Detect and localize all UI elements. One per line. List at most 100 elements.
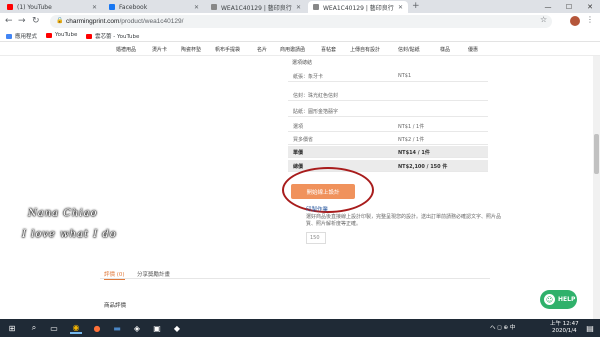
app-icon[interactable]: ◆ — [171, 322, 183, 334]
nav-item-envelope-set[interactable]: 喜帖套 — [321, 46, 336, 53]
bookmark-apps[interactable]: 應用程式 — [6, 32, 37, 40]
print-section-description: 選好商品後直接線上設計印製，完整呈現您的設計。送出訂單前請務必確認文字、照片品質… — [306, 214, 502, 227]
close-icon[interactable]: ✕ — [92, 4, 97, 11]
nav-item-offers[interactable]: 優惠 — [468, 46, 478, 53]
apps-grid-icon — [6, 33, 12, 39]
tab-title: Facebook — [119, 3, 148, 11]
close-icon[interactable]: ✕ — [296, 4, 301, 11]
menu-kebab-icon[interactable]: ⋮ — [586, 15, 594, 24]
chat-icon: ☺ — [544, 294, 555, 305]
photos-icon[interactable]: ▣ — [151, 322, 163, 334]
lock-icon: 🔒 — [56, 18, 64, 24]
bookmark-label: YouTube — [55, 32, 78, 38]
close-icon[interactable]: ✕ — [398, 4, 403, 11]
browser-tab-facebook[interactable]: Facebook ✕ — [104, 1, 204, 13]
search-icon[interactable]: ⌕ — [28, 322, 40, 334]
nav-item-samples[interactable]: 樣品 — [440, 46, 450, 53]
option-row: 紙張：象牙卡 NT$1 — [288, 70, 488, 82]
option-key: 買多價省 — [293, 137, 314, 143]
nav-item-business-card[interactable]: 名片 — [257, 46, 267, 53]
option-value: NT$2 / 1件 — [398, 137, 425, 143]
unit-price-row: 單價 NT$14 / 1件 — [288, 146, 488, 158]
tab-title: (1) YouTube — [17, 3, 52, 11]
app-icon[interactable]: ◈ — [131, 322, 143, 334]
close-window-button[interactable]: ✕ — [580, 0, 600, 13]
reload-icon[interactable]: ↻ — [32, 16, 40, 26]
option-value: NT$14 / 1件 — [398, 150, 430, 156]
browser-tab-product-1[interactable]: WEA1C40129 | 藝印良行 ✕ — [206, 1, 306, 13]
option-value: NT$1 / 1件 — [398, 124, 425, 130]
tab-title: WEA1C40129 | 藝印良行 — [221, 4, 292, 12]
minimize-button[interactable]: — — [538, 0, 558, 13]
option-key: 選項 — [293, 124, 304, 130]
clock-date: 2020/1/4 — [551, 328, 577, 334]
browser-tab-youtube[interactable]: (1) YouTube ✕ — [2, 1, 102, 13]
maximize-button[interactable]: ☐ — [559, 0, 579, 13]
youtube-icon — [7, 4, 13, 10]
option-value: NT$1 — [398, 73, 412, 79]
url-path: /product/wea1c40129/ — [119, 18, 184, 25]
browser-tab-product-2[interactable]: WEA1C40129 | 藝印良行 ✕ — [308, 1, 408, 13]
youtube-icon — [86, 33, 92, 39]
file-explorer-icon[interactable]: ▬ — [111, 322, 123, 334]
nav-item-wedding[interactable]: 婚禮用品 — [116, 46, 136, 53]
options-heading: 選項總結 — [292, 60, 313, 66]
option-key: 總價 — [293, 164, 304, 170]
taskbar: ⊞ ⌕ ▭ ◉ ● ▬ ◈ ▣ ◆ へ ◻ ⊕ 中 上午 12:47 2020/… — [0, 319, 600, 337]
clock-time: 上午 12:47 — [550, 321, 579, 327]
url-host: charmingprint.com — [66, 18, 120, 25]
page-scrollbar[interactable] — [593, 56, 600, 319]
nav-item-foil-card[interactable]: 燙片卡 — [152, 46, 167, 53]
browser-toolbar: ← → ↻ 🔒 charmingprint.com/product/wea1c4… — [0, 13, 600, 30]
chrome-icon[interactable]: ◉ — [70, 322, 82, 334]
bookmark-star-icon[interactable]: ☆ — [540, 15, 547, 24]
tabs-divider — [100, 278, 490, 279]
nav-item-invitation[interactable]: 商用邀請函 — [280, 46, 305, 53]
bookmark-youtube[interactable]: YouTube — [46, 32, 77, 38]
nav-item-envelope-sticker[interactable]: 信封/貼紙 — [398, 46, 420, 53]
profile-avatar[interactable] — [570, 16, 580, 26]
close-icon[interactable]: ✕ — [194, 4, 199, 11]
site-nav: 婚禮用品 燙片卡 陶瓷杯墊 帆布手提袋 名片 商用邀請函 喜帖套 上傳自有設計 … — [0, 42, 600, 56]
windows-start-icon[interactable]: ⊞ — [6, 322, 18, 334]
site-favicon-icon — [211, 4, 217, 10]
address-bar[interactable]: 🔒 charmingprint.com/product/wea1c40129/ — [50, 15, 552, 28]
quantity-input[interactable]: 150 — [306, 232, 326, 244]
forward-arrow-icon[interactable]: → — [18, 16, 26, 26]
task-view-icon[interactable]: ▭ — [48, 322, 60, 334]
option-key: 信封：珠光紅色信封 — [293, 93, 339, 99]
signature-name: Nana Chiao — [28, 208, 98, 219]
system-tray[interactable]: へ ◻ ⊕ 中 — [490, 323, 515, 331]
tab-share-rewards[interactable]: 分享獎勵計畫 — [137, 270, 170, 278]
page-content: 選項總結 紙張：象牙卡 NT$1 信封：珠光紅色信封 貼紙：圓形金箔囍字 選項 … — [0, 56, 600, 319]
browser-tab-strip: (1) YouTube ✕ Facebook ✕ WEA1C40129 | 藝印… — [0, 0, 600, 13]
help-label: HELP — [558, 296, 576, 303]
back-arrow-icon[interactable]: ← — [5, 16, 13, 26]
notification-icon[interactable]: ▤ — [584, 322, 596, 334]
nav-item-tote-bag[interactable]: 帆布手提袋 — [215, 46, 240, 53]
bookmarks-bar: 應用程式 YouTube 雲芯蕾 - YouTube — [0, 30, 600, 42]
nav-item-upload-design[interactable]: 上傳自有設計 — [350, 46, 380, 53]
firefox-icon[interactable]: ● — [91, 322, 103, 334]
option-key: 單價 — [293, 150, 304, 156]
facebook-icon — [109, 4, 115, 10]
youtube-icon — [46, 32, 52, 38]
nav-item-coaster[interactable]: 陶瓷杯墊 — [181, 46, 201, 53]
signature-tagline: I love what I do — [22, 229, 117, 240]
scrollbar-thumb[interactable] — [594, 134, 599, 174]
taskbar-clock[interactable]: 上午 12:47 2020/1/4 — [550, 321, 579, 335]
option-row: 貼紙：圓形金箔囍字 — [288, 105, 488, 117]
help-button[interactable]: ☺ HELP — [540, 290, 577, 309]
option-row: 選項 NT$1 / 1件 — [288, 120, 488, 132]
print-section-title: 印製作業 — [306, 207, 329, 213]
option-key: 紙張：象牙卡 — [293, 74, 324, 80]
bookmark-label: 應用程式 — [15, 34, 38, 40]
site-favicon-icon — [313, 4, 319, 10]
option-row: 買多價省 NT$2 / 1件 — [288, 133, 488, 145]
option-key: 貼紙：圓形金箔囍字 — [293, 109, 339, 115]
new-tab-button[interactable]: + — [412, 1, 420, 12]
product-reviews-heading: 商品評價 — [104, 303, 127, 309]
bookmark-youtube-channel[interactable]: 雲芯蕾 - YouTube — [86, 32, 139, 40]
option-row: 信封：珠光紅色信封 — [288, 89, 488, 101]
option-value: NT$2,100 / 150 件 — [398, 164, 448, 170]
